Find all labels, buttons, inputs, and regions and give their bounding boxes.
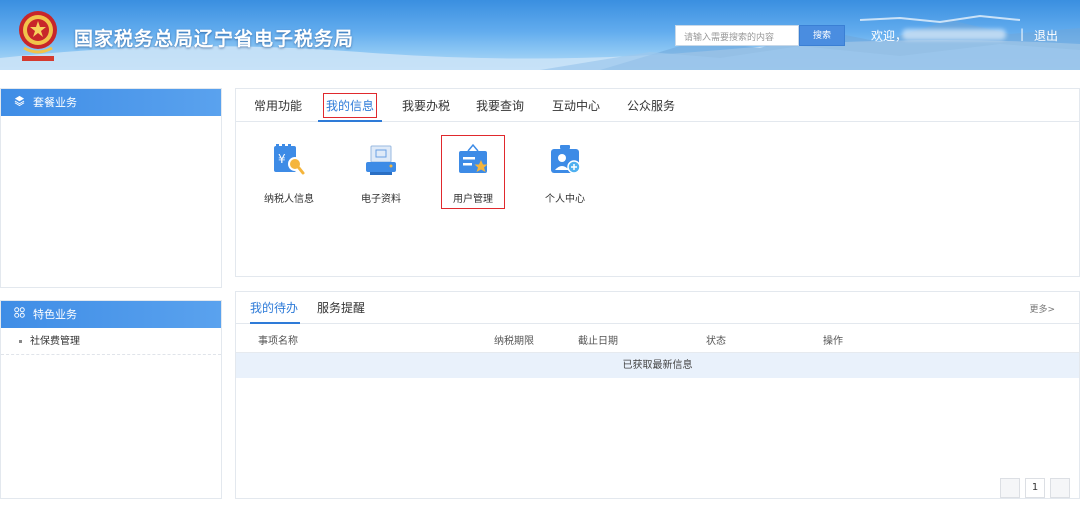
tab-public-service[interactable]: 公众服务 <box>627 89 675 122</box>
header-banner: 国家税务总局辽宁省电子税务局 请输入需要搜索的内容 搜索 欢迎， | 退出 <box>0 0 1080 70</box>
special-business-title: 特色业务 <box>33 308 77 321</box>
header-separator: | <box>1020 27 1025 41</box>
table-header: 事项名称 纳税期限 截止日期 状态 操作 <box>236 324 1079 353</box>
package-business-panel: 套餐业务 <box>0 88 222 288</box>
app-label: 纳税人信息 <box>264 194 314 205</box>
tab-handle-tax[interactable]: 我要办税 <box>402 89 450 122</box>
site-title: 国家税务总局辽宁省电子税务局 <box>74 28 355 50</box>
tab-highlight-box <box>323 93 377 118</box>
bullet-icon <box>19 339 22 343</box>
task-tabs: 我的待办 服务提醒 更多> <box>236 292 1079 324</box>
taxpayer-info-icon: ¥ <box>274 144 305 175</box>
info-row: 已获取最新信息 <box>236 353 1079 378</box>
search-input[interactable]: 请输入需要搜索的内容 <box>675 25 799 46</box>
column-deadline: 截止日期 <box>578 336 618 347</box>
blurred-username <box>902 29 1006 40</box>
app-label: 个人中心 <box>545 194 585 205</box>
package-business-title: 套餐业务 <box>33 96 77 109</box>
special-business-header[interactable]: 特色业务 <box>1 301 221 328</box>
pagination-prev-button[interactable] <box>1000 478 1020 498</box>
package-business-header[interactable]: 套餐业务 <box>1 89 221 116</box>
column-item-name: 事项名称 <box>258 336 298 347</box>
tab-service-reminder[interactable]: 服务提醒 <box>317 292 365 324</box>
svg-text:¥: ¥ <box>278 152 286 166</box>
sidebar-item-social-insurance[interactable]: 社保费管理 <box>1 328 221 355</box>
electronic-documents-icon <box>366 145 396 175</box>
column-status: 状态 <box>706 336 726 347</box>
app-personal-center[interactable]: 个人中心 <box>530 143 600 205</box>
pagination-next-button[interactable] <box>1050 478 1070 498</box>
tab-common-functions[interactable]: 常用功能 <box>254 89 302 122</box>
tab-my-todo[interactable]: 我的待办 <box>250 292 300 324</box>
sidebar-item-label: 社保费管理 <box>30 336 80 347</box>
column-action: 操作 <box>823 336 843 347</box>
tasks-panel: 我的待办 服务提醒 更多> 事项名称 纳税期限 截止日期 状态 操作 已获取最新… <box>235 291 1080 499</box>
app-highlight-box <box>441 135 505 209</box>
grid-icon <box>13 301 25 328</box>
personal-center-icon <box>551 145 581 174</box>
search-button[interactable]: 搜索 <box>799 25 845 46</box>
app-taxpayer-info[interactable]: ¥ 纳税人信息 <box>254 143 324 205</box>
layers-icon <box>13 89 25 116</box>
tax-emblem-logo <box>19 11 57 61</box>
special-business-panel: 特色业务 社保费管理 <box>0 300 222 499</box>
app-label: 电子资料 <box>361 194 401 205</box>
function-panel: 常用功能 我的信息 我要办税 我要查询 互动中心 公众服务 ¥ 纳税人信息 电子… <box>235 88 1080 277</box>
more-link[interactable]: 更多> <box>1029 302 1055 315</box>
pagination-page-1[interactable]: 1 <box>1025 478 1045 498</box>
column-tax-period: 纳税期限 <box>494 336 534 347</box>
app-electronic-documents[interactable]: 电子资料 <box>346 143 416 205</box>
tab-interaction-center[interactable]: 互动中心 <box>552 89 600 122</box>
tab-query[interactable]: 我要查询 <box>476 89 524 122</box>
logout-link[interactable]: 退出 <box>1034 27 1058 44</box>
main-tabs: 常用功能 我的信息 我要办税 我要查询 互动中心 公众服务 <box>236 89 1079 122</box>
